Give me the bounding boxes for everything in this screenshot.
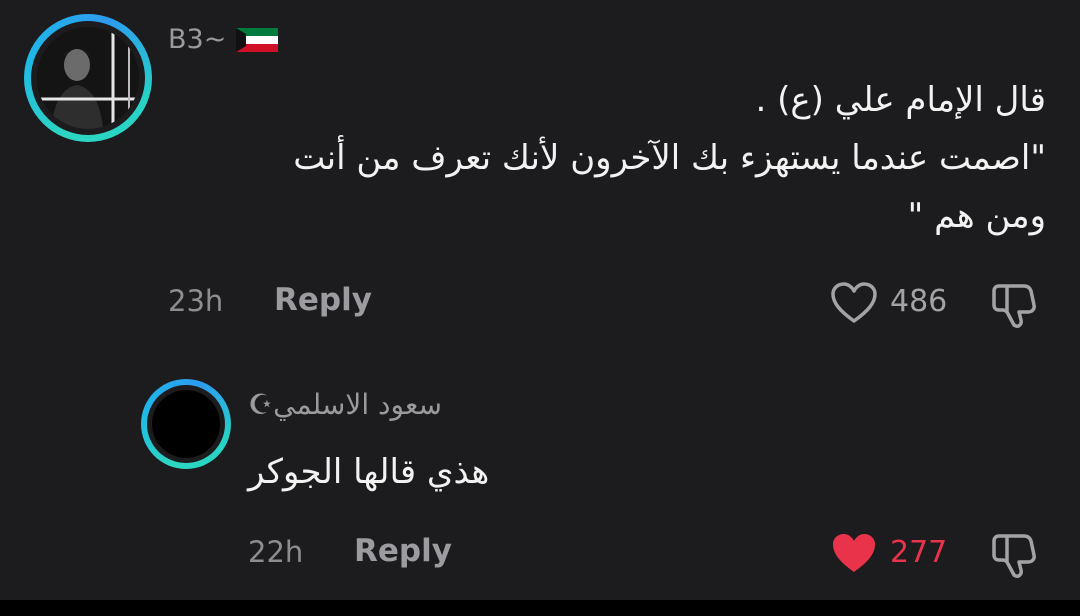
like-count: 277	[890, 535, 948, 570]
heart-outline-icon[interactable]	[830, 281, 878, 325]
thumbs-down-icon[interactable]	[990, 278, 1042, 330]
person-silhouette-icon	[37, 27, 139, 129]
comment-line: هذي قالها الجوكر	[248, 452, 490, 492]
comments-screen: B3~ قال الإمام علي (ع) . "اصمت عندما يست…	[0, 0, 1080, 600]
comment-line: قال الإمام علي (ع) .	[755, 80, 1046, 120]
avatar-photo	[37, 27, 139, 129]
comment-username[interactable]: B3~	[168, 24, 226, 55]
like-count: 486	[890, 284, 948, 319]
comment-line: "اصمت عندما يستهزء بك الآخرون لأنك تعرف …	[293, 137, 1046, 178]
comment-body: قال الإمام علي (ع) . "اصمت عندما يستهزء …	[293, 72, 1046, 245]
comment-line: ومن هم "	[907, 195, 1046, 236]
comment-timestamp: 23h	[168, 284, 224, 318]
reply-button[interactable]: Reply	[354, 533, 452, 569]
avatar[interactable]	[141, 379, 231, 469]
avatar[interactable]	[24, 14, 152, 142]
avatar-photo	[152, 390, 220, 458]
comment-username[interactable]: سعود الاسلمي☪	[248, 388, 442, 421]
comment-timestamp: 22h	[248, 535, 304, 569]
bottom-bar	[0, 600, 1080, 616]
comment-body: هذي قالها الجوكر	[248, 444, 489, 502]
thumbs-down-icon[interactable]	[990, 528, 1042, 580]
reply-button[interactable]: Reply	[274, 282, 372, 318]
kuwait-flag-icon	[236, 28, 278, 52]
heart-filled-icon[interactable]	[830, 531, 878, 575]
